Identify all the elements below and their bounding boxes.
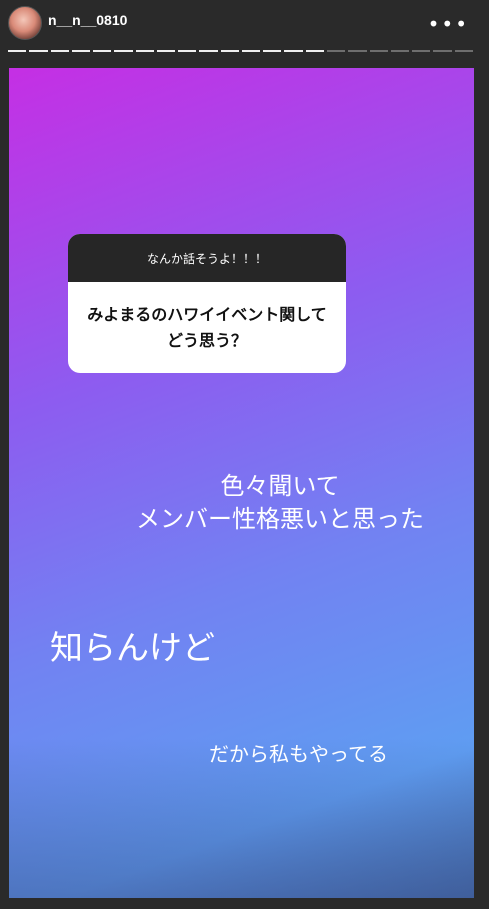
progress-segment: [433, 50, 452, 52]
progress-segment: [135, 50, 154, 52]
progress-segment: [50, 50, 69, 52]
question-sticker-prompt: なんか話そうよ！！！: [68, 234, 346, 282]
story-text-3: だから私もやってる: [209, 742, 388, 766]
progress-segment: [156, 50, 176, 52]
question-sticker-text: みよまるのハワイイベント関してどう思う？: [87, 304, 327, 350]
question-sticker[interactable]: なんか話そうよ！！！ みよまるのハワイイベント関してどう思う？: [68, 234, 346, 373]
progress-segment: [326, 50, 346, 52]
story-content[interactable]: なんか話そうよ！！！ みよまるのハワイイベント関してどう思う？ 色々聞いて メン…: [9, 68, 474, 898]
progress-segment: [454, 50, 473, 52]
username[interactable]: n__n__0810: [48, 12, 127, 28]
more-options-icon[interactable]: •••: [428, 12, 469, 36]
progress-segment: [29, 50, 48, 52]
progress-segment: [178, 50, 197, 52]
progress-segment: [220, 50, 239, 52]
progress-segment: [348, 50, 367, 52]
progress-segment: [369, 50, 388, 52]
progress-segment: [263, 50, 282, 52]
story-text-1: 色々聞いて メンバー性格悪いと思った: [136, 472, 424, 533]
progress-segment: [241, 50, 261, 52]
progress-segment: [284, 50, 303, 52]
progress-segment: [93, 50, 112, 52]
progress-segment: [71, 50, 91, 52]
progress-segment: [390, 50, 410, 52]
progress-segment: [305, 50, 324, 52]
avatar[interactable]: [8, 6, 42, 40]
progress-segment: [412, 50, 431, 52]
progress-segment: [114, 50, 133, 52]
progress-segment: [8, 50, 27, 52]
progress-segment: [199, 50, 218, 52]
story-header: n__n__0810 •••: [0, 0, 489, 50]
story-progress-bar: [8, 50, 473, 54]
story-text-2: 知らんけど: [50, 628, 215, 667]
